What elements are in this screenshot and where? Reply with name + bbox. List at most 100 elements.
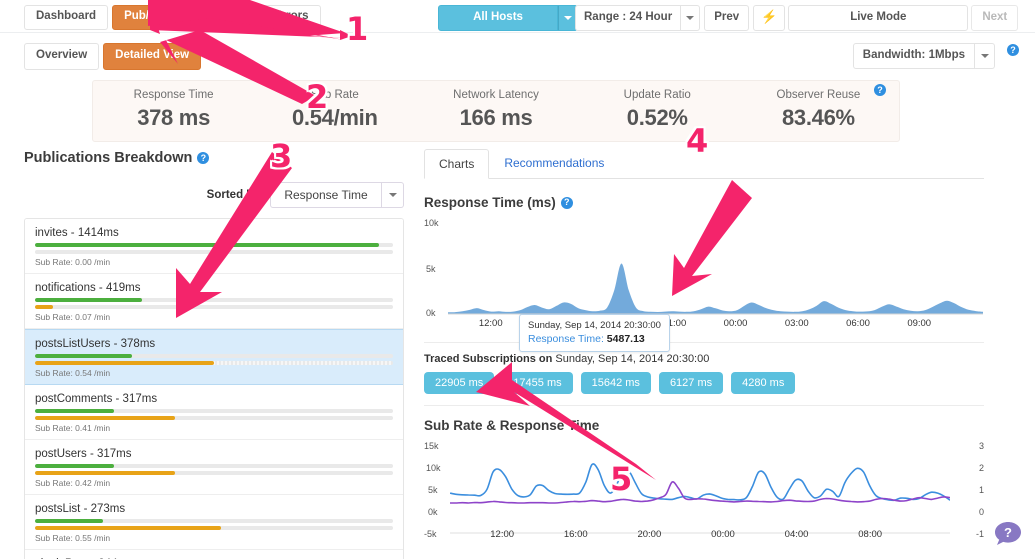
traced-subscription-chip[interactable]: 15642 ms <box>581 372 651 394</box>
tab-charts[interactable]: Charts <box>424 149 489 179</box>
chevron-down-icon <box>981 54 989 58</box>
host-filter-control[interactable]: All Hosts <box>438 5 578 31</box>
list-item[interactable]: postsListUsers - 378ms Sub Rate: 0.54 /mi… <box>25 329 403 385</box>
app-root: DashboardPub/SubMethodsErrors All Hosts … <box>0 0 1035 559</box>
publication-name: notifications - 419ms <box>35 282 393 294</box>
traced-subscription-chip[interactable]: 17455 ms <box>502 372 572 394</box>
publication-name: postsListUsers - 378ms <box>35 338 393 350</box>
chart-tooltip: Sunday, Sep 14, 2014 20:30:00 Response T… <box>519 314 670 352</box>
annotation-number-5: 5 <box>610 460 632 498</box>
svg-text:?: ? <box>1004 525 1012 540</box>
y-tick: 15k <box>424 441 439 451</box>
metric-label: Network Latency <box>415 89 576 101</box>
next-button[interactable]: Next <box>971 5 1018 31</box>
x-tick: 03:00 <box>785 318 809 329</box>
subrate-chart-title-row: Sub Rate & Response Time <box>424 418 984 433</box>
publication-name: postComments - 317ms <box>35 393 393 405</box>
list-item[interactable]: singlePost - 244ms <box>25 550 403 559</box>
response-time-bar-fill <box>35 409 114 413</box>
y-tick: 0k <box>428 507 438 517</box>
list-item[interactable]: notifications - 419msSub Rate: 0.07 /min <box>25 274 403 329</box>
response-time-help-icon[interactable]: ? <box>561 197 573 209</box>
publications-help-icon[interactable]: ? <box>197 152 209 164</box>
bandwidth-help-icon[interactable]: ? <box>1007 44 1019 56</box>
sort-control-row: Sorted By Response Time <box>24 182 404 208</box>
annotation-number-3: 3 <box>270 137 292 175</box>
response-time-bar-fill <box>35 298 142 302</box>
subrate-chart[interactable]: 15k 10k 5k 0k -5k 3 2 1 0 -1 12:0016:002… <box>424 437 984 541</box>
metric-value: 0.54/min <box>254 105 415 131</box>
prev-button[interactable]: Prev <box>704 5 749 31</box>
range-dropdown-toggle[interactable] <box>681 5 700 31</box>
tooltip-value-row: Response Time: 5487.13 <box>528 333 661 345</box>
all-hosts-button[interactable]: All Hosts <box>438 5 558 31</box>
response-time-area <box>448 264 983 315</box>
annotation-number-1: 1 <box>346 10 368 48</box>
sub-rate-label: Sub Rate: 0.00 /min <box>35 257 393 267</box>
range-control[interactable]: Range : 24 Hour Prev ⚡ Live Mode Next <box>575 5 1018 31</box>
lightning-bolt-icon[interactable]: ⚡ <box>753 5 785 31</box>
sort-by-label: Sorted By <box>207 189 261 201</box>
response-time-bar-track <box>35 519 393 523</box>
sub-rate-label: Sub Rate: 0.55 /min <box>35 533 393 543</box>
sub-rate-bar-fill <box>35 416 175 420</box>
y-tick: 0k <box>426 308 436 318</box>
sub-rate-label: Sub Rate: 0.54 /min <box>35 368 393 378</box>
sort-by-value[interactable]: Response Time <box>270 182 382 208</box>
range-label[interactable]: Range : 24 Hour <box>575 5 681 31</box>
traced-date: Sunday, Sep 14, 2014 20:30:00 <box>555 353 709 365</box>
help-bubble-icon[interactable]: ? <box>993 519 1023 549</box>
metric-label: Update Ratio <box>577 89 738 101</box>
bandwidth-dropdown-toggle[interactable] <box>975 43 995 69</box>
metrics-help-icon[interactable]: ? <box>874 84 886 96</box>
traced-subscriptions-title: Traced Subscriptions on Sunday, Sep 14, … <box>424 353 984 365</box>
section-divider <box>424 405 984 406</box>
x-tick: 08:00 <box>858 529 882 540</box>
traced-subscription-chip[interactable]: 22905 ms <box>424 372 494 394</box>
y2-tick: 3 <box>979 441 984 451</box>
x-tick: 16:00 <box>564 529 588 540</box>
list-item[interactable]: postComments - 317ms Sub Rate: 0.41 /min <box>25 385 403 440</box>
subnav-tab-overview[interactable]: Overview <box>24 43 99 70</box>
x-tick: 00:00 <box>711 529 735 540</box>
traced-subscription-chip[interactable]: 4280 ms <box>731 372 795 394</box>
y-tick: 10k <box>426 463 441 473</box>
sub-rate-bar-fill <box>35 361 214 365</box>
bandwidth-label[interactable]: Bandwidth: 1Mbps <box>853 43 975 69</box>
response-time-chart[interactable]: 10k 5k 0k 12:0015:0018:0021:0000:0003:00… <box>424 214 984 334</box>
nav-tab-dashboard[interactable]: Dashboard <box>24 5 108 30</box>
sub-rate-bar-track <box>35 471 393 475</box>
nav-tab-methods[interactable]: Methods <box>187 5 258 30</box>
nav-tab-pub-sub[interactable]: Pub/Sub <box>112 5 183 30</box>
y2-tick: 1 <box>979 485 984 495</box>
tab-recommendations[interactable]: Recommendations <box>489 148 619 178</box>
sub-rate-bar-track <box>35 361 393 365</box>
response-time-bar-fill <box>35 519 103 523</box>
top-navigation-bar: DashboardPub/SubMethodsErrors All Hosts … <box>0 0 1035 33</box>
subnav-tab-detailed-view[interactable]: Detailed View <box>103 43 201 70</box>
response-time-bar-track <box>35 409 393 413</box>
list-item[interactable]: postUsers - 317msSub Rate: 0.42 /min <box>25 440 403 495</box>
response-time-bar-fill <box>35 464 114 468</box>
sub-rate-bar-track <box>35 526 393 530</box>
sub-rate-bar-fill <box>35 471 175 475</box>
bandwidth-control[interactable]: Bandwidth: 1Mbps <box>853 43 995 69</box>
list-item[interactable]: postsList - 273msSub Rate: 0.55 /min <box>25 495 403 550</box>
charts-panel: ChartsRecommendations Response Time (ms)… <box>424 148 984 541</box>
metric-value: 166 ms <box>415 105 576 131</box>
sub-rate-bar-track <box>35 250 393 254</box>
response-time-bar-track <box>35 298 393 302</box>
publication-name: invites - 1414ms <box>35 227 393 239</box>
traced-subscription-chip[interactable]: 6127 ms <box>659 372 723 394</box>
live-mode-button[interactable]: Live Mode <box>788 5 968 31</box>
list-item[interactable]: invites - 1414ms Sub Rate: 0.00 /min <box>25 219 403 274</box>
x-tick: 09:00 <box>907 318 931 329</box>
metric-sub-rate: Sub Rate0.54/min <box>254 81 415 141</box>
sort-by-dropdown-toggle[interactable] <box>382 182 404 208</box>
secondary-tabs: OverviewDetailed View <box>24 43 201 70</box>
sort-by-select[interactable]: Response Time <box>270 182 404 208</box>
sub-rate-label: Sub Rate: 0.41 /min <box>35 423 393 433</box>
nav-tab-errors[interactable]: Errors <box>262 5 321 30</box>
y-tick: -5k <box>424 529 437 539</box>
tooltip-date: Sunday, Sep 14, 2014 20:30:00 <box>528 320 661 331</box>
